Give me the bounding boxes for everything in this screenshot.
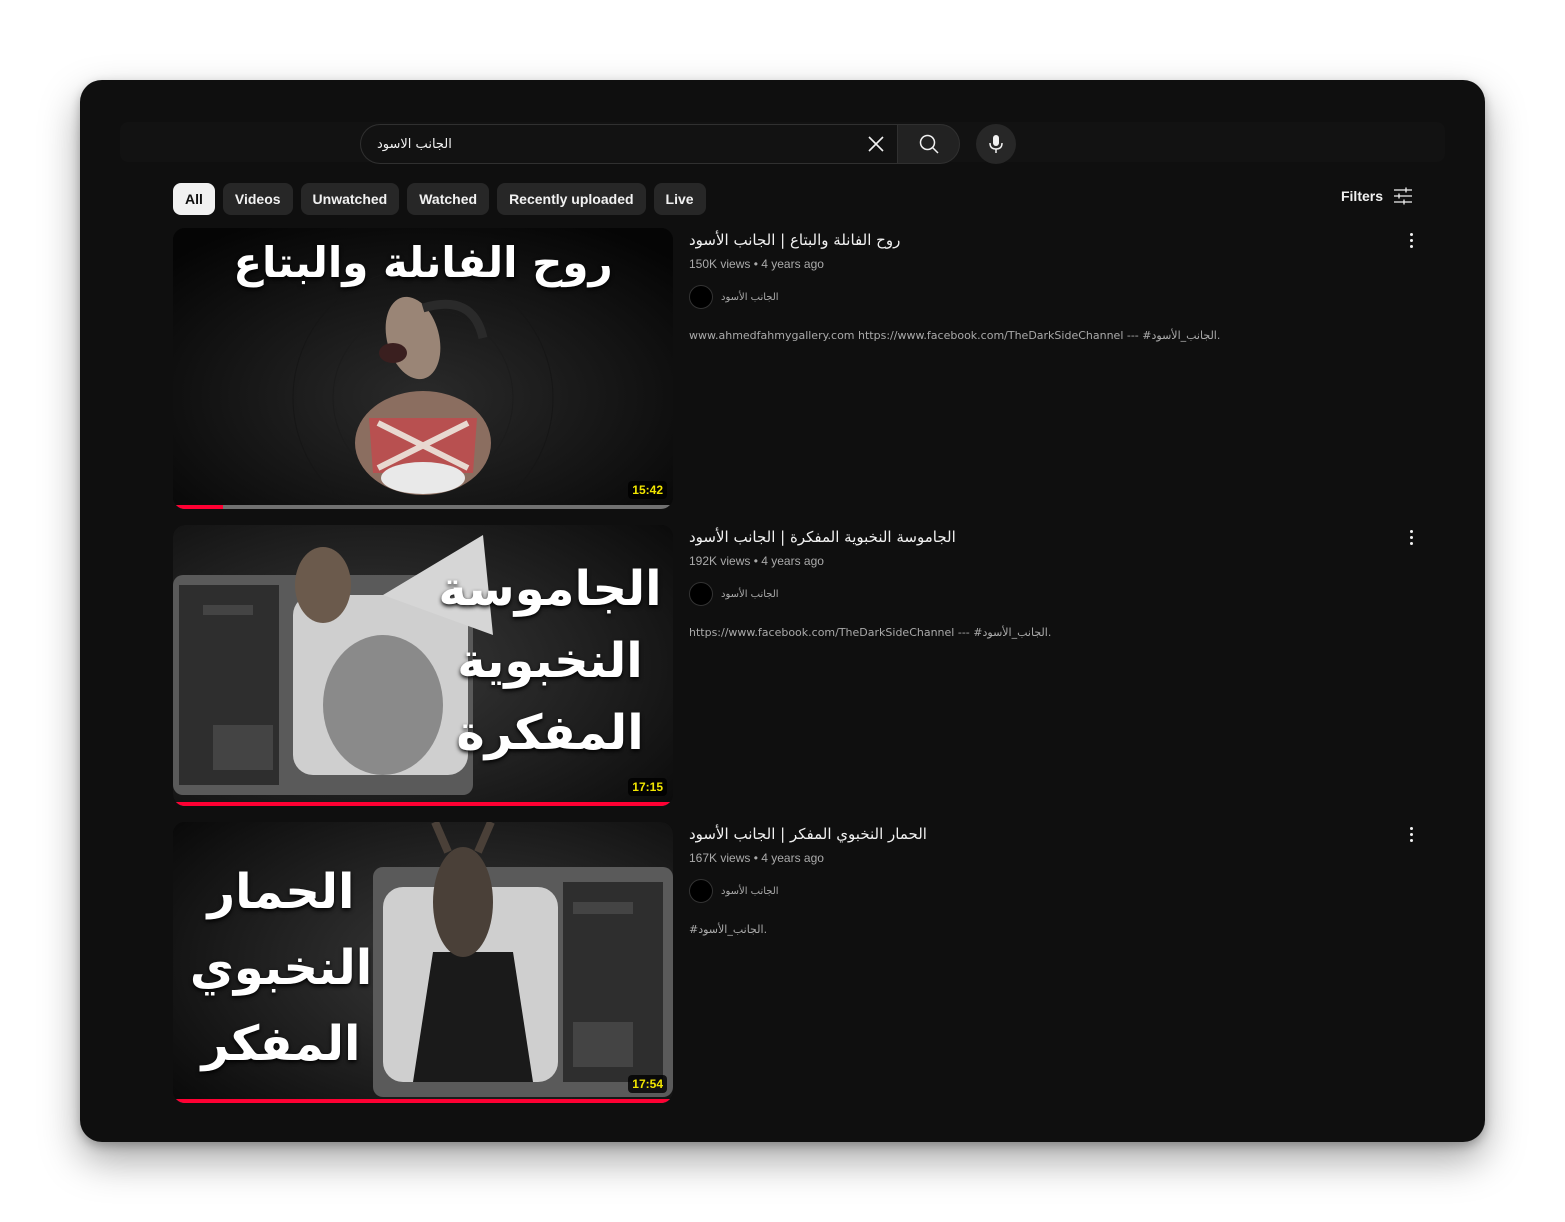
video-result: الجاموسة النخبوية المفكرة 17:15 الجاموسة… (173, 525, 1413, 806)
video-title[interactable]: روح الفانلة والبتاع | الجانب الأسود (689, 231, 1369, 249)
filter-chips: All Videos Unwatched Watched Recently up… (173, 183, 706, 215)
video-title[interactable]: الجاموسة النخبوية المفكرة | الجانب الأسو… (689, 528, 1369, 546)
clear-icon (868, 136, 884, 152)
thumbnail-text: روح الفانلة والبتاع (233, 238, 613, 287)
channel-avatar (689, 879, 713, 903)
chip-recently-uploaded[interactable]: Recently uploaded (497, 183, 646, 215)
video-thumbnail[interactable]: روح الفانلة والبتاع 15:42 (173, 228, 673, 509)
thumbnail-text: الحمار النخبوي المفكر (189, 864, 373, 1072)
video-meta: روح الفانلة والبتاع | الجانب الأسود 150K… (689, 228, 1369, 342)
app-window: All Videos Unwatched Watched Recently up… (80, 80, 1485, 1142)
filters-label: Filters (1340, 188, 1383, 204)
watch-progress-fill (173, 802, 673, 806)
chip-all[interactable]: All (173, 183, 215, 215)
thumbnail-text: الجاموسة النخبوية المفكرة (438, 561, 662, 761)
duration-badge: 15:42 (628, 481, 667, 499)
voice-search-button[interactable] (976, 124, 1016, 164)
chip-watched[interactable]: Watched (407, 183, 490, 215)
video-result: الحمار النخبوي المفكر 17:54 الحمار النخب… (173, 822, 1413, 1103)
video-thumbnail[interactable]: الحمار النخبوي المفكر 17:54 (173, 822, 673, 1103)
more-actions-button[interactable] (1399, 228, 1423, 252)
watch-progress-fill (173, 1099, 673, 1103)
video-stats: 150K views • 4 years ago (689, 257, 824, 271)
channel-name: الجانب الأسود (721, 588, 779, 600)
more-actions-button[interactable] (1399, 525, 1423, 549)
chip-unwatched[interactable]: Unwatched (300, 183, 400, 215)
search-box[interactable] (360, 124, 898, 164)
channel-link[interactable]: الجانب الأسود (689, 285, 1369, 309)
duration-badge: 17:54 (628, 1075, 667, 1093)
duration-badge: 17:15 (628, 778, 667, 796)
search-button[interactable] (897, 124, 960, 164)
more-vert-icon (1409, 529, 1413, 533)
video-meta: الجاموسة النخبوية المفكرة | الجانب الأسو… (689, 525, 1369, 639)
video-thumbnail[interactable]: الجاموسة النخبوية المفكرة 17:15 (173, 525, 673, 806)
chip-videos[interactable]: Videos (222, 183, 293, 215)
channel-name: الجانب الأسود (721, 291, 779, 303)
filters-icon (1394, 187, 1412, 205)
video-meta: الحمار النخبوي المفكر | الجانب الأسود 16… (689, 822, 1369, 936)
channel-avatar (689, 582, 713, 606)
chip-live[interactable]: Live (653, 183, 706, 215)
video-title[interactable]: الحمار النخبوي المفكر | الجانب الأسود (689, 825, 1369, 843)
video-description: www.ahmedfahmygallery.com https://www.fa… (689, 329, 1221, 342)
channel-name: الجانب الأسود (721, 885, 779, 897)
clear-search-button[interactable] (858, 125, 894, 163)
more-vert-icon (1409, 826, 1413, 830)
channel-link[interactable]: الجانب الأسود (689, 879, 1369, 903)
search-input[interactable] (377, 125, 807, 163)
watch-progress-fill (173, 505, 223, 509)
channel-link[interactable]: الجانب الأسود (689, 582, 1369, 606)
filters-button[interactable]: Filters (1341, 186, 1413, 206)
channel-avatar (689, 285, 713, 309)
video-result: روح الفانلة والبتاع 15:42 روح الفانلة وا… (173, 228, 1413, 509)
video-description: https://www.facebook.com/TheDarkSideChan… (689, 626, 1052, 639)
watch-progress-bar (173, 802, 673, 806)
more-vert-icon (1409, 232, 1413, 236)
video-stats: 167K views • 4 years ago (689, 851, 824, 865)
watch-progress-bar (173, 1099, 673, 1103)
video-stats: 192K views • 4 years ago (689, 554, 824, 568)
mic-icon (989, 135, 1003, 153)
video-description: #الجانب_الأسود. (689, 923, 768, 936)
search-icon (919, 134, 939, 154)
more-actions-button[interactable] (1399, 822, 1423, 846)
watch-progress-bar (173, 505, 673, 509)
